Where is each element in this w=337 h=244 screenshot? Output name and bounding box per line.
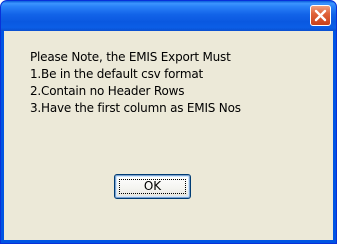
ok-button-label: OK <box>143 179 162 193</box>
message-line: 3.Have the first column as EMIS Nos <box>30 101 241 115</box>
message-dialog <box>0 0 337 244</box>
close-button[interactable] <box>310 5 331 26</box>
message-line: 1.Be in the default csv format <box>30 67 203 81</box>
message-line: Please Note, the EMIS Export Must <box>30 50 231 64</box>
title-bar[interactable] <box>1 1 336 31</box>
message-text: Please Note, the EMIS Export Must 1.Be i… <box>30 49 241 117</box>
close-icon <box>314 9 327 22</box>
ok-button[interactable]: OK <box>114 174 191 199</box>
message-line: 2.Contain no Header Rows <box>30 84 185 98</box>
